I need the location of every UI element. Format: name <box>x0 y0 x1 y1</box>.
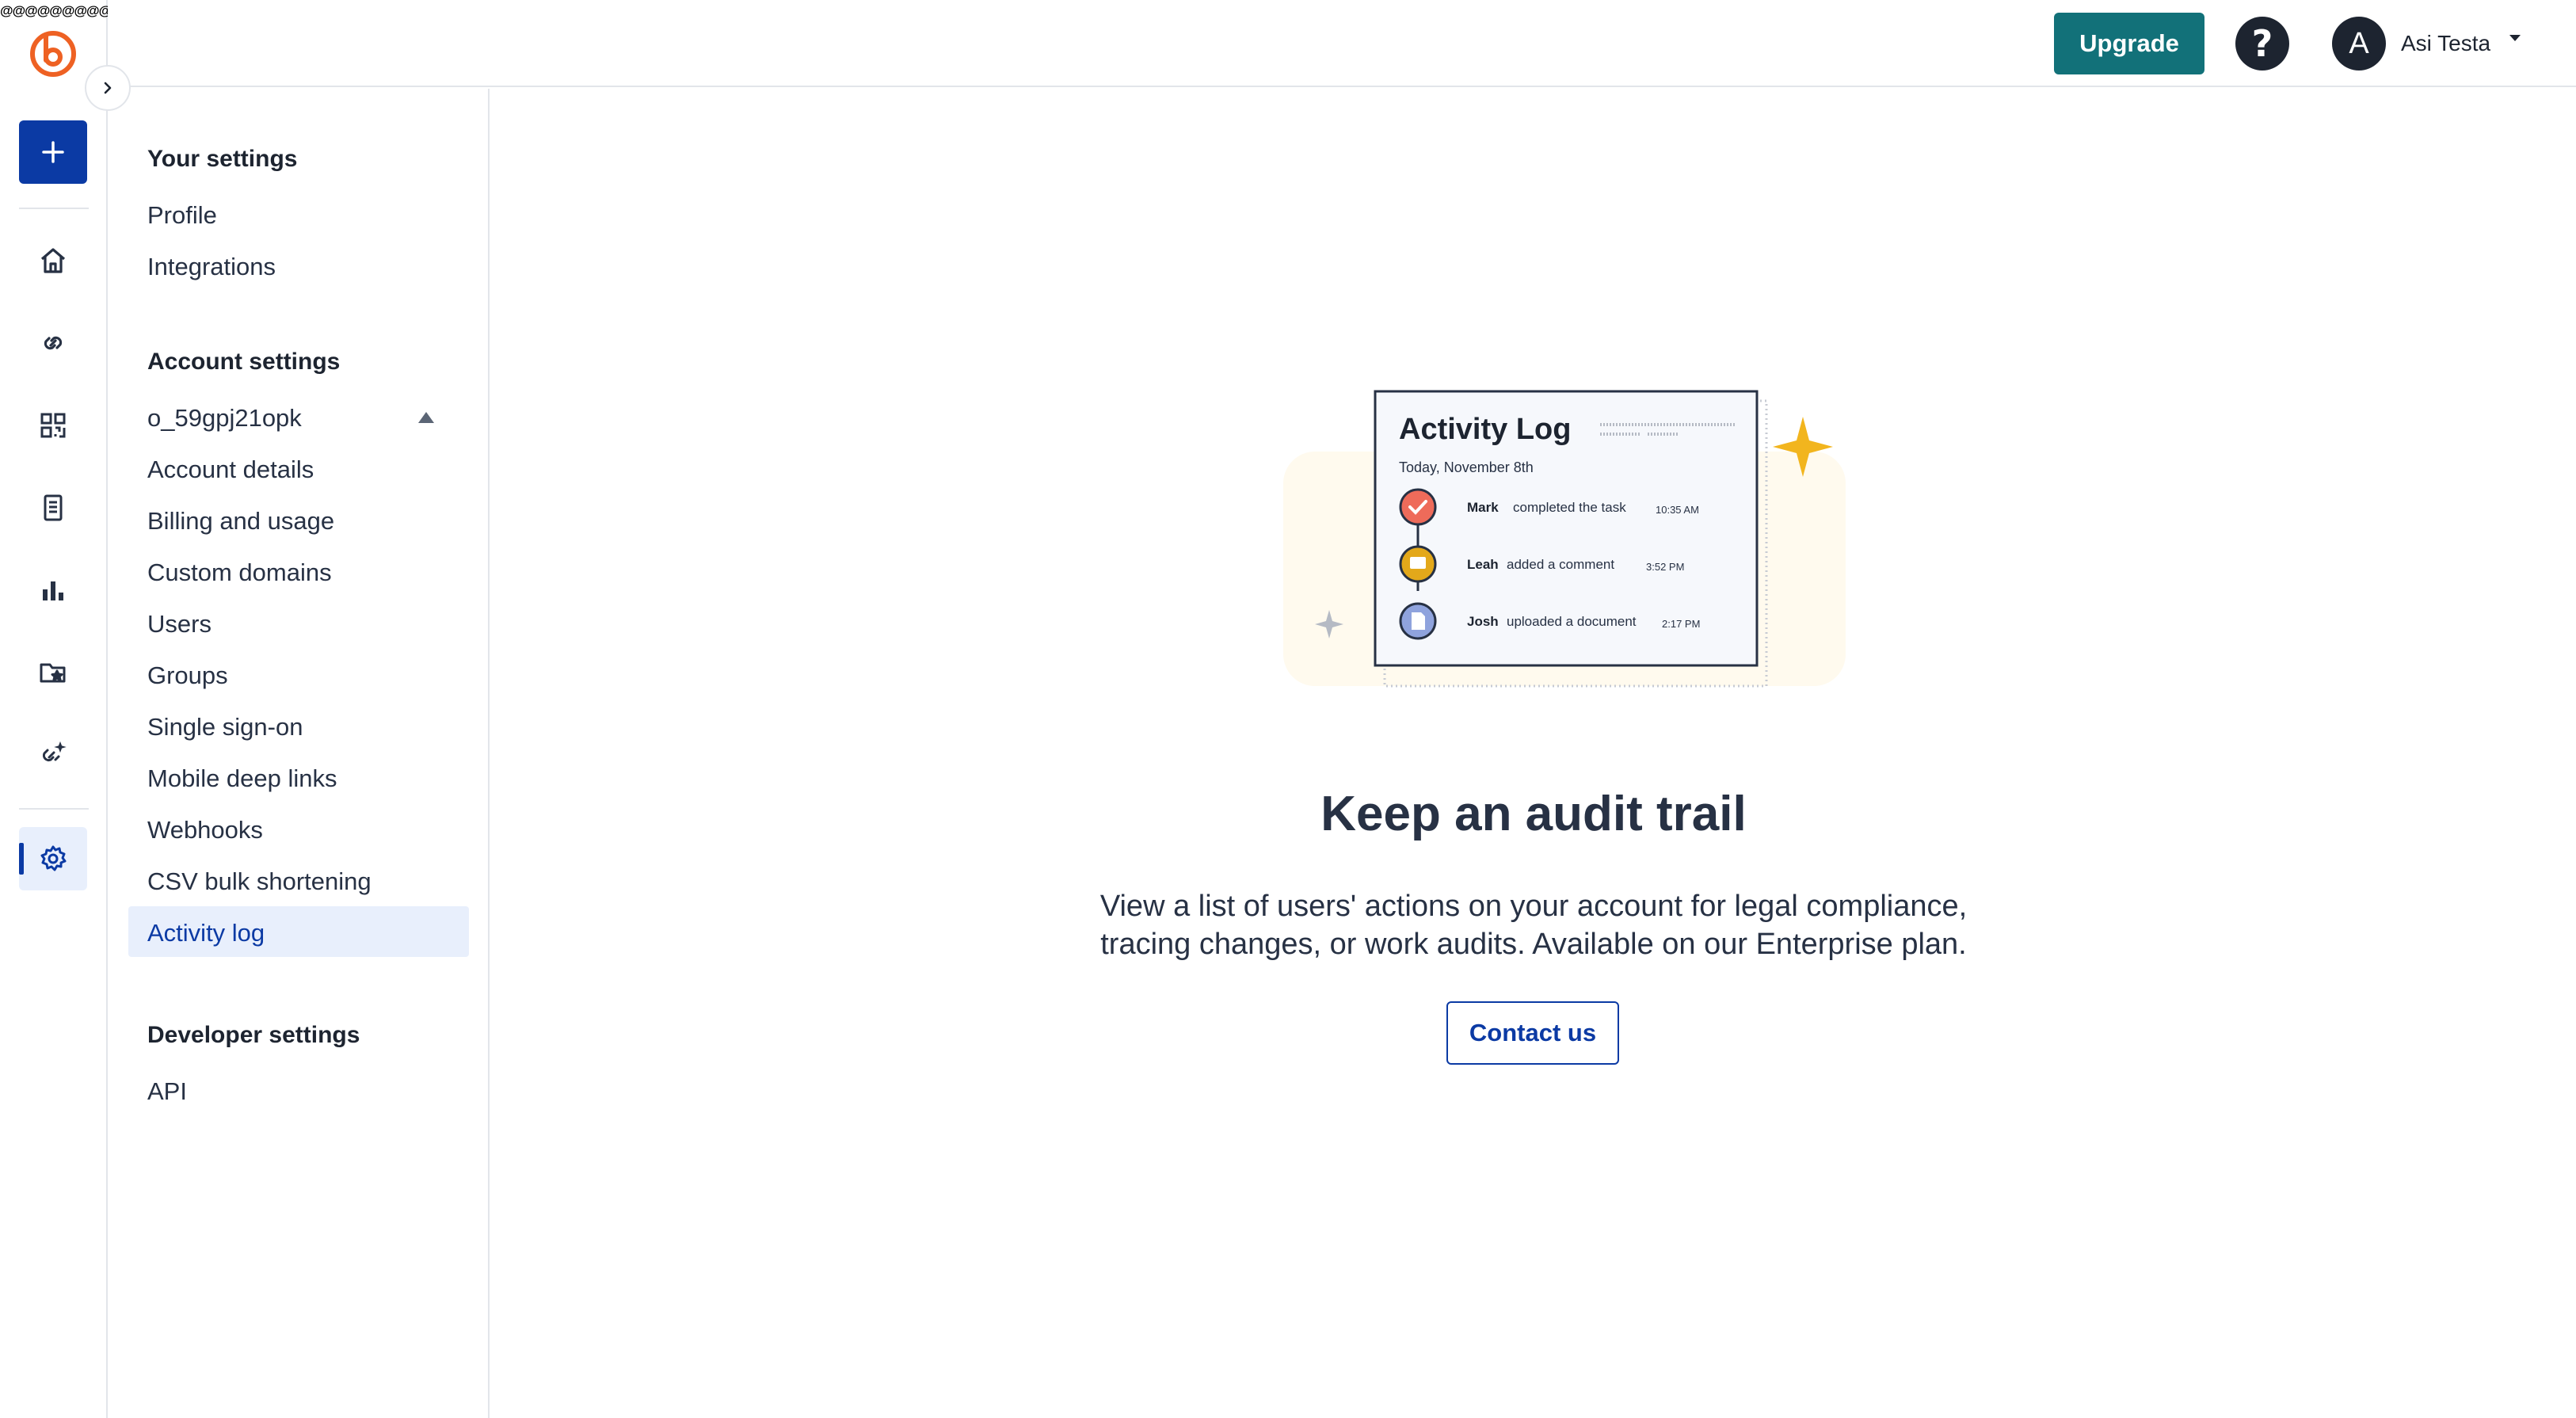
settings-sidebar: Your settings Profile Integrations Accou… <box>109 89 490 1418</box>
campaigns-icon[interactable] <box>35 654 71 691</box>
entry-name: Josh <box>1467 614 1499 629</box>
nav-item-custom-domains[interactable]: Custom domains <box>147 558 332 587</box>
entry-name: Leah <box>1467 557 1499 572</box>
user-name: Asi Testa <box>2401 31 2491 55</box>
scribbled-text: @@@@@@@@@@ <box>0 3 109 18</box>
entry-action: completed the task <box>1513 500 1626 515</box>
settings-icon[interactable] <box>35 841 71 877</box>
illustration-date: Today, November 8th <box>1399 459 1534 475</box>
chevron-right-icon <box>104 82 112 94</box>
create-new-button[interactable] <box>19 120 87 184</box>
user-menu[interactable]: A Asi Testa <box>2332 17 2521 71</box>
page-description: View a list of users' actions on your ac… <box>491 887 2576 963</box>
home-icon[interactable] <box>35 242 71 279</box>
nav-item-sso[interactable]: Single sign-on <box>147 713 303 741</box>
nav-item-account-details[interactable]: Account details <box>147 456 314 484</box>
entry-time: 2:17 PM <box>1662 618 1700 630</box>
qr-code-icon[interactable] <box>35 407 71 444</box>
nav-item-billing[interactable]: Billing and usage <box>147 507 334 536</box>
description-line: tracing changes, or work audits. Availab… <box>1100 928 1967 961</box>
plus-icon <box>42 141 64 163</box>
account-settings-heading: Account settings <box>147 349 341 375</box>
contact-us-button[interactable]: Contact us <box>1446 1001 1619 1065</box>
activity-log-illustration: Activity Log Today, November 8th Mark co… <box>1283 390 1846 688</box>
pages-icon[interactable] <box>35 490 71 526</box>
entry-name: Mark <box>1467 500 1499 515</box>
upgrade-button[interactable]: Upgrade <box>2054 13 2204 74</box>
chevron-down-icon <box>2509 35 2521 41</box>
avatar: A <box>2332 17 2386 71</box>
page-title: Keep an audit trail <box>1320 787 1747 841</box>
entry-action: added a comment <box>1507 557 1614 572</box>
nav-item-integrations[interactable]: Integrations <box>147 253 276 281</box>
check-icon <box>1399 488 1437 526</box>
active-indicator <box>19 843 24 875</box>
help-icon[interactable]: ? <box>2235 17 2289 71</box>
entry-time: 10:35 AM <box>1656 504 1699 516</box>
expand-sidebar-button[interactable] <box>85 65 131 111</box>
nav-item-activity-log[interactable]: Activity log <box>147 919 265 947</box>
rail-divider <box>19 208 89 209</box>
nav-item-csv-bulk[interactable]: CSV bulk shortening <box>147 867 372 896</box>
developer-settings-heading: Developer settings <box>147 1022 360 1048</box>
entry-time: 3:52 PM <box>1646 561 1684 573</box>
custom-links-icon[interactable] <box>35 737 71 773</box>
illustration-title: Activity Log <box>1399 413 1571 446</box>
app-rail: @@@@@@@@@@ <box>0 0 109 1418</box>
nav-item-groups[interactable]: Groups <box>147 661 228 690</box>
account-name[interactable]: o_59gpj21opk <box>147 404 302 433</box>
link-icon[interactable] <box>35 325 71 361</box>
main-content: Activity Log Today, November 8th Mark co… <box>491 89 2576 1418</box>
nav-item-api[interactable]: API <box>147 1077 187 1106</box>
your-settings-heading: Your settings <box>147 146 298 172</box>
rail-divider <box>19 808 89 810</box>
collapse-account-icon[interactable] <box>418 412 434 423</box>
nav-item-users[interactable]: Users <box>147 610 211 638</box>
bitly-logo[interactable] <box>27 25 79 78</box>
description-line: View a list of users' actions on your ac… <box>1099 890 1968 923</box>
top-bar: Upgrade ? A Asi Testa <box>108 0 2576 87</box>
analytics-icon[interactable] <box>35 572 71 608</box>
entry-action: uploaded a document <box>1507 614 1637 629</box>
nav-item-webhooks[interactable]: Webhooks <box>147 816 263 844</box>
nav-item-mobile-deep-links[interactable]: Mobile deep links <box>147 764 337 793</box>
nav-item-profile[interactable]: Profile <box>147 201 217 230</box>
